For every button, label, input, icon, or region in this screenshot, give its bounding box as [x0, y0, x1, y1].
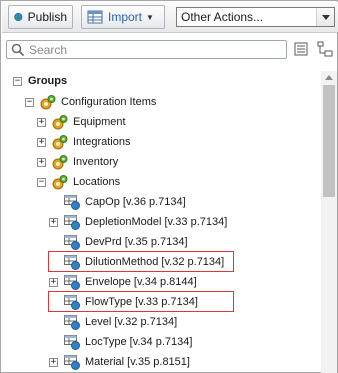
depletionmodel-label: DepletionModel [v.33 p.7134]	[85, 216, 228, 228]
expand-toggle[interactable]: +	[49, 217, 58, 227]
envelope-label: Envelope [v.34 p.8144]	[85, 276, 197, 288]
config-folder-icon	[40, 95, 56, 110]
tree-leaf-devprd[interactable]: DevPrd [v.35 p.7134]	[64, 232, 188, 252]
dropdown-arrow-icon[interactable]	[316, 8, 334, 26]
devprd-label: DevPrd [v.35 p.7134]	[85, 236, 188, 248]
other-actions-select[interactable]: Other Actions...	[176, 7, 335, 27]
expand-toggle[interactable]: +	[37, 137, 46, 147]
table-globe-icon	[64, 275, 80, 290]
equipment-label: Equipment	[73, 116, 126, 128]
tree-leaf-dilutionmethod[interactable]: DilutionMethod [v.32 p.7134]	[64, 252, 224, 272]
import-table-icon	[87, 10, 103, 24]
table-globe-icon	[64, 235, 80, 250]
import-button[interactable]: Import ▼	[81, 5, 165, 29]
material-label: Material [v.35 p.8151]	[85, 356, 190, 368]
publish-button[interactable]: Publish	[8, 5, 73, 29]
search-icon	[11, 43, 25, 57]
search-input[interactable]	[29, 42, 279, 57]
expand-toggle[interactable]: +	[37, 157, 46, 167]
tree-leaf-flowtype[interactable]: FlowType [v.33 p.7134]	[64, 292, 198, 312]
toolbar: Publish Import ▼ Other Actions...	[2, 2, 338, 33]
import-label: Import	[108, 10, 143, 24]
tree-node-configuration-items[interactable]: − Configuration Items	[25, 92, 156, 112]
chevron-down-icon: ▼	[146, 12, 154, 22]
collapse-toggle[interactable]: −	[25, 97, 34, 107]
loctype-label: LocType [v.34 p.7134]	[85, 336, 193, 348]
groups-label: Groups	[28, 75, 68, 87]
inventory-label: Inventory	[73, 156, 119, 168]
expand-toggle[interactable]: +	[37, 117, 46, 127]
tree-node-inventory[interactable]: + Inventory	[37, 152, 118, 172]
tree-node-integrations[interactable]: + Integrations	[37, 132, 130, 152]
collapse-toggle[interactable]: −	[13, 76, 22, 86]
tree-view: − Groups − Configuration Items + Equipme…	[2, 71, 320, 373]
vertical-scrollbar[interactable]	[321, 71, 337, 373]
level-label: Level [v.32 p.7134]	[85, 316, 178, 328]
collapse-all-icon[interactable]	[293, 41, 309, 57]
config-folder-icon	[52, 135, 68, 150]
flowtype-label: FlowType [v.33 p.7134]	[85, 296, 198, 308]
tree-leaf-level[interactable]: Level [v.32 p.7134]	[64, 312, 177, 332]
tree-node-depletionmodel[interactable]: + DepletionModel [v.33 p.7134]	[49, 212, 227, 232]
publish-label: Publish	[27, 10, 67, 24]
tree-node-groups[interactable]: − Groups	[13, 71, 67, 91]
capop-label: CapOp [v.36 p.7134]	[85, 196, 186, 208]
tree-node-envelope[interactable]: + Envelope [v.34 p.8144]	[49, 272, 197, 292]
dilutionmethod-label: DilutionMethod [v.32 p.7134]	[85, 256, 225, 268]
scrollbar-thumb[interactable]	[323, 85, 335, 197]
table-globe-icon	[64, 315, 80, 330]
tree-link-icon[interactable]	[317, 41, 333, 57]
config-folder-icon	[52, 175, 68, 190]
tree-node-equipment[interactable]: + Equipment	[37, 112, 126, 132]
scroll-up-arrow-icon[interactable]	[325, 75, 333, 80]
table-globe-icon	[64, 195, 80, 210]
tree-node-material[interactable]: + Material [v.35 p.8151]	[49, 352, 190, 372]
tree-node-locations[interactable]: − Locations	[37, 172, 120, 192]
table-globe-icon	[64, 295, 80, 310]
expand-toggle[interactable]: +	[49, 277, 58, 287]
panel-frame: Publish Import ▼ Other Actions... Search…	[0, 0, 338, 373]
table-globe-icon	[64, 255, 80, 270]
globe-icon	[14, 12, 23, 22]
integrations-label: Integrations	[73, 136, 131, 148]
config-folder-icon	[52, 155, 68, 170]
locations-label: Locations	[73, 176, 121, 188]
other-actions-value: Other Actions...	[181, 10, 264, 24]
expand-toggle[interactable]: +	[49, 357, 58, 367]
config-folder-icon	[52, 115, 68, 130]
collapse-toggle[interactable]: −	[37, 177, 46, 187]
tree-leaf-capop[interactable]: CapOp [v.36 p.7134]	[64, 192, 186, 212]
table-globe-icon	[64, 335, 80, 350]
table-globe-icon	[64, 355, 80, 370]
search-box	[6, 40, 287, 59]
configuration-items-label: Configuration Items	[61, 96, 157, 108]
table-globe-icon	[64, 215, 80, 230]
tree-leaf-loctype[interactable]: LocType [v.34 p.7134]	[64, 332, 192, 352]
